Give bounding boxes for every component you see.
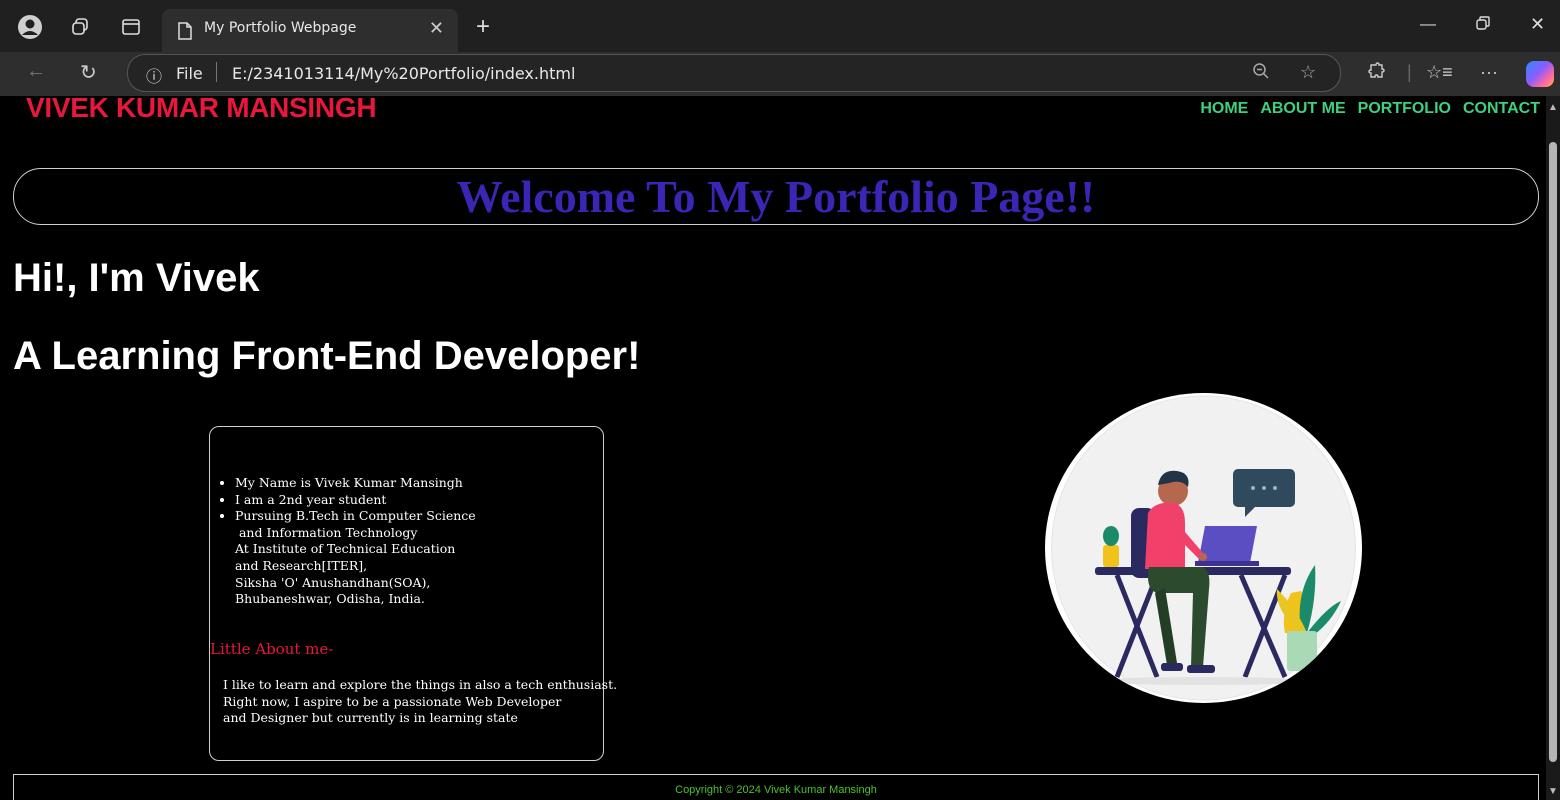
tab-close-icon[interactable]: ✕ bbox=[429, 18, 444, 39]
welcome-banner: Welcome To My Portfolio Page!! bbox=[13, 168, 1539, 225]
favorite-star-icon[interactable]: ☆ bbox=[1300, 62, 1316, 83]
new-tab-icon[interactable]: + bbox=[470, 13, 496, 40]
about-line: and Designer but currently is in learnin… bbox=[223, 710, 518, 726]
scroll-thumb[interactable] bbox=[1549, 142, 1557, 762]
copilot-icon[interactable] bbox=[1526, 61, 1554, 87]
page-icon bbox=[172, 18, 198, 44]
address-url[interactable]: E:/2341013114/My%20Portfolio/index.html bbox=[232, 64, 575, 83]
back-icon[interactable]: ← bbox=[26, 60, 46, 83]
about-line: Right now, I aspire to be a passionate W… bbox=[223, 693, 562, 709]
developer-illustration bbox=[1045, 393, 1362, 703]
address-bar[interactable]: ⓘ File E:/2341013114/My%20Portfolio/inde… bbox=[127, 54, 1341, 92]
workspaces-icon[interactable] bbox=[67, 14, 93, 40]
browser-titlebar: My Portfolio Webpage ✕ + — ✕ bbox=[0, 0, 1560, 52]
close-window-icon[interactable]: ✕ bbox=[1530, 14, 1545, 35]
nav-about-me[interactable]: ABOUT ME bbox=[1260, 100, 1345, 118]
list-item-cont: and Research[ITER], bbox=[235, 557, 368, 573]
main-nav: HOME ABOUT ME PORTFOLIO CONTACT bbox=[1200, 100, 1540, 118]
web-page: VIVEK KUMAR MANSINGH HOME ABOUT ME PORTF… bbox=[6, 96, 1546, 800]
about-paragraph: I like to learn and explore the things i… bbox=[223, 677, 617, 727]
nav-portfolio[interactable]: PORTFOLIO bbox=[1358, 100, 1451, 118]
address-divider bbox=[216, 62, 217, 82]
site-logo[interactable]: VIVEK KUMAR MANSINGH bbox=[26, 96, 377, 124]
list-item-cont: Siksha 'O' Anushandhan(SOA), bbox=[235, 574, 431, 590]
address-scheme: File bbox=[176, 64, 203, 83]
zoom-icon[interactable] bbox=[1252, 62, 1270, 85]
extensions-icon[interactable] bbox=[1367, 62, 1387, 87]
tab-title: My Portfolio Webpage bbox=[204, 20, 357, 36]
list-item: I am a 2nd year student bbox=[235, 492, 595, 509]
site-info-icon[interactable]: ⓘ bbox=[146, 63, 162, 87]
greeting-heading: Hi!, I'm Vivek bbox=[13, 256, 260, 300]
browser-toolbar: ← ↻ ⓘ File E:/2341013114/My%20Portfolio/… bbox=[0, 52, 1560, 96]
nav-home[interactable]: HOME bbox=[1200, 100, 1248, 118]
copyright-text: Copyright © 2024 Vivek Kumar Mansingh bbox=[675, 784, 877, 796]
restore-icon[interactable] bbox=[1476, 16, 1490, 35]
profile-icon[interactable] bbox=[17, 14, 43, 40]
tab-actions-icon[interactable] bbox=[118, 14, 144, 40]
more-menu-icon[interactable]: ··· bbox=[1480, 62, 1498, 83]
about-line: I like to learn and explore the things i… bbox=[223, 677, 618, 692]
list-item-text: Pursuing B.Tech in Computer Science bbox=[235, 508, 476, 524]
tab-active[interactable]: My Portfolio Webpage ✕ bbox=[162, 9, 458, 52]
footer: Copyright © 2024 Vivek Kumar Mansingh bbox=[13, 774, 1539, 800]
list-item-cont: Bhubaneshwar, Odisha, India. bbox=[235, 591, 425, 607]
list-item-cont: At Institute of Technical Education bbox=[235, 541, 456, 557]
minimize-icon[interactable]: — bbox=[1420, 16, 1436, 34]
role-heading: A Learning Front-End Developer! bbox=[13, 334, 641, 378]
page-scrollbar[interactable]: ▲ ▼ bbox=[1546, 96, 1560, 800]
list-item: Pursuing B.Tech in Computer Science and … bbox=[235, 508, 595, 608]
nav-contact[interactable]: CONTACT bbox=[1463, 100, 1540, 118]
scroll-down-icon[interactable]: ▼ bbox=[1548, 786, 1558, 797]
favorites-icon[interactable]: ☆≡ bbox=[1426, 62, 1453, 83]
scroll-up-icon[interactable]: ▲ bbox=[1548, 102, 1558, 113]
about-card: My Name is Vivek Kumar Mansingh I am a 2… bbox=[209, 426, 617, 761]
toolbar-divider: | bbox=[1407, 62, 1412, 82]
refresh-icon[interactable]: ↻ bbox=[80, 60, 97, 85]
about-heading: Little About me- bbox=[210, 640, 334, 658]
list-item: My Name is Vivek Kumar Mansingh bbox=[235, 475, 595, 492]
list-item-cont: and Information Technology bbox=[235, 524, 418, 540]
info-list: My Name is Vivek Kumar Mansingh I am a 2… bbox=[210, 475, 595, 608]
